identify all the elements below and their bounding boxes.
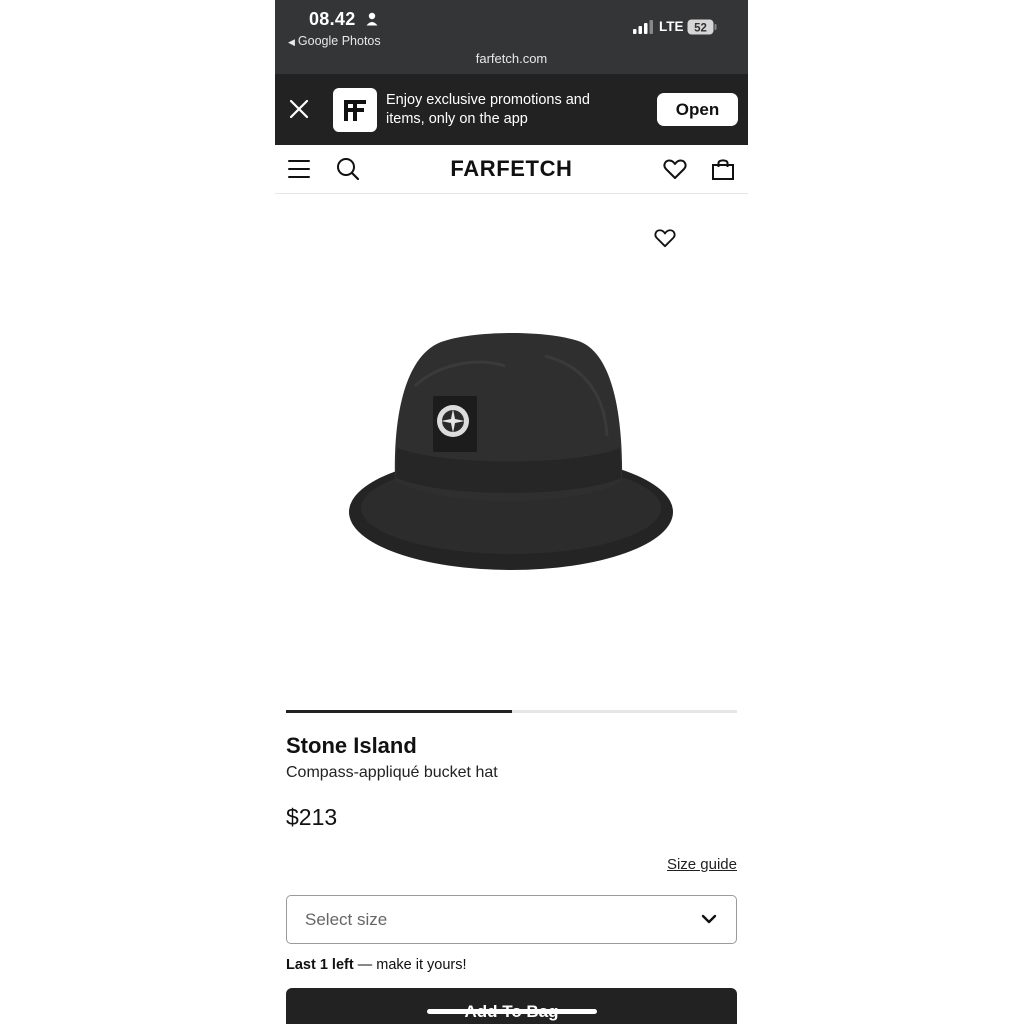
status-bar: 08.42 ◀ Google Photos farfetch.com LTE 52 xyxy=(275,0,748,74)
size-select-placeholder: Select size xyxy=(305,910,388,929)
open-app-button[interactable]: Open xyxy=(657,93,738,126)
stock-message: Last 1 left — make it yours! xyxy=(286,957,467,973)
app-promo-banner: Enjoy exclusive promotions and items, on… xyxy=(275,74,748,145)
image-carousel-indicator xyxy=(286,710,737,713)
signal-icon xyxy=(633,20,653,34)
shopping-bag-icon[interactable] xyxy=(711,157,735,181)
farfetch-app-logo xyxy=(333,88,377,132)
home-indicator[interactable] xyxy=(427,1009,597,1014)
network-type: LTE xyxy=(659,19,684,34)
battery-icon: 52 xyxy=(687,19,717,35)
site-header: FARFETCH xyxy=(275,145,748,194)
size-select-dropdown[interactable]: Select size xyxy=(286,895,737,944)
back-arrow-icon: ◀ xyxy=(288,37,295,47)
product-description: Compass-appliqué bucket hat xyxy=(286,764,498,781)
url-label[interactable]: farfetch.com xyxy=(275,51,748,66)
back-app-label: Google Photos xyxy=(297,34,381,48)
wishlist-heart-icon[interactable] xyxy=(663,158,687,180)
stock-emphasis: Last 1 left xyxy=(286,957,354,973)
size-guide-link[interactable]: Size guide xyxy=(667,856,737,873)
stock-rest: — make it yours! xyxy=(353,957,467,973)
status-time: 08.42 xyxy=(309,9,356,29)
chevron-down-icon xyxy=(701,914,717,924)
product-image-bucket-hat[interactable] xyxy=(345,326,675,576)
add-to-bag-button[interactable]: Add To Bag xyxy=(286,988,737,1024)
close-icon[interactable] xyxy=(289,99,309,119)
product-price: $213 xyxy=(286,804,338,830)
promo-text: Enjoy exclusive promotions and items, on… xyxy=(386,92,590,127)
product-brand[interactable]: Stone Island xyxy=(286,733,417,759)
add-to-wishlist-heart-icon[interactable] xyxy=(654,228,676,248)
phone-screen: 08.42 ◀ Google Photos farfetch.com LTE 52 xyxy=(275,0,748,1024)
battery-level: 52 xyxy=(694,22,707,34)
carousel-progress xyxy=(286,710,512,713)
person-icon xyxy=(366,12,378,26)
back-to-app-link[interactable]: ◀ Google Photos xyxy=(288,34,381,48)
ff-logo-icon xyxy=(344,100,366,121)
